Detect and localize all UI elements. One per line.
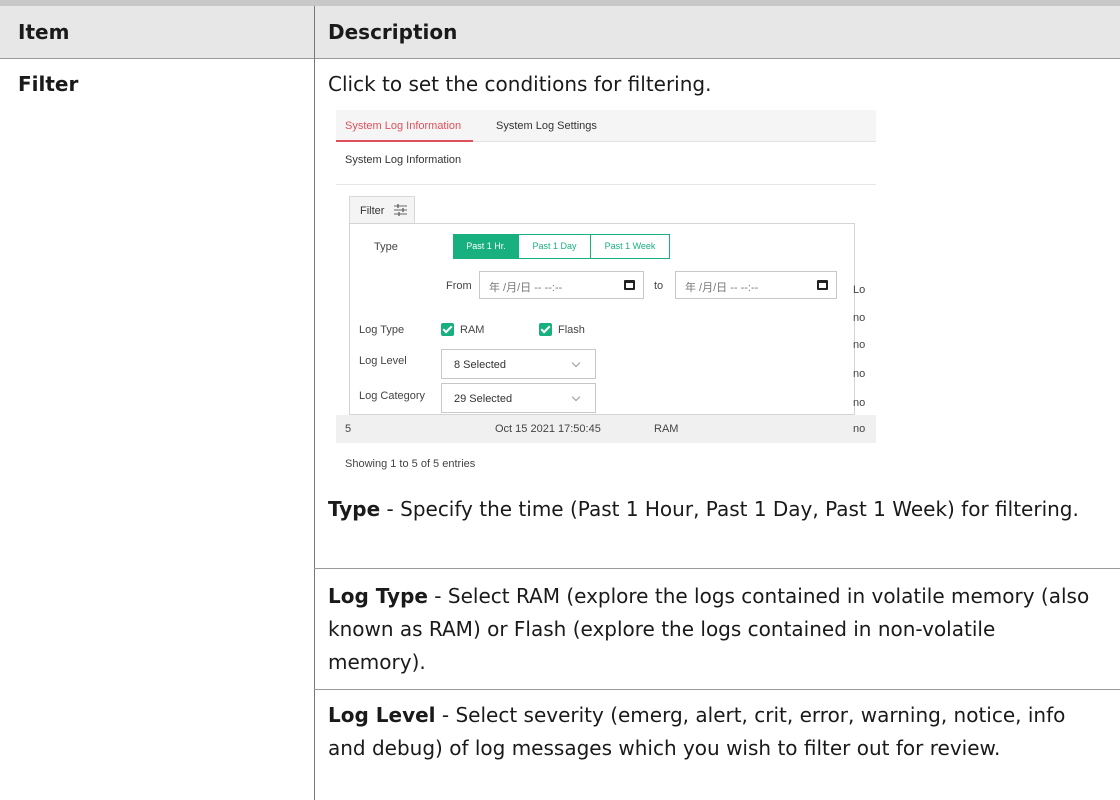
table-header: Item Description xyxy=(0,6,1120,58)
row-message: no xyxy=(853,423,866,435)
to-datetime-input[interactable]: 年 /月/日 -- --:-- xyxy=(675,271,837,299)
item-filter-label: Filter xyxy=(18,72,79,96)
type-text: - Specify the time (Past 1 Hour, Past 1 … xyxy=(380,497,1079,521)
calendar-icon[interactable] xyxy=(624,280,635,290)
log-level-label: Log Level xyxy=(359,355,407,367)
log-type-label: Log Type xyxy=(359,324,405,336)
bg-cell: no xyxy=(853,397,866,409)
chevron-down-icon xyxy=(571,358,581,368)
checkbox-checked-icon[interactable] xyxy=(539,323,552,336)
log-level-term: Log Level xyxy=(328,703,436,727)
type-past-1-week[interactable]: Past 1 Week xyxy=(590,234,670,259)
tab-system-log-information[interactable]: System Log Information xyxy=(345,110,461,142)
row-separator xyxy=(314,689,1120,690)
type-label: Type xyxy=(374,241,398,253)
section-divider xyxy=(336,184,876,185)
filter-panel: Type Past 1 Hr. Past 1 Day Past 1 Week F… xyxy=(349,223,855,415)
log-type-ram-label: RAM xyxy=(460,324,485,336)
log-level-value: 8 Selected xyxy=(454,359,506,371)
filter-intro-text: Click to set the conditions for filterin… xyxy=(328,72,712,96)
log-type-description: Log Type - Select RAM (explore the logs … xyxy=(328,580,1098,679)
entries-count: Showing 1 to 5 of 5 entries xyxy=(345,458,476,470)
column-divider xyxy=(314,6,315,800)
bg-cell: no xyxy=(853,312,866,324)
bg-cell: no xyxy=(853,339,866,351)
type-past-1-hr[interactable]: Past 1 Hr. xyxy=(453,234,519,259)
row-separator xyxy=(314,568,1120,569)
type-past-1-day[interactable]: Past 1 Day xyxy=(518,234,591,259)
type-description: Type - Specify the time (Past 1 Hour, Pa… xyxy=(328,493,1098,526)
log-type-term: Log Type xyxy=(328,584,428,608)
type-term: Type xyxy=(328,497,381,521)
log-category-value: 29 Selected xyxy=(454,393,513,405)
chevron-down-icon xyxy=(571,392,581,402)
log-category-select[interactable]: 29 Selected xyxy=(441,383,596,413)
from-label: From xyxy=(446,280,472,292)
from-datetime-placeholder: 年 /月/日 -- --:-- xyxy=(489,282,563,294)
from-datetime-input[interactable]: 年 /月/日 -- --:-- xyxy=(479,271,644,299)
log-level-text: - Select severity (emerg, alert, crit, e… xyxy=(328,703,1066,760)
calendar-icon[interactable] xyxy=(817,280,828,290)
to-label: to xyxy=(654,280,664,292)
filter-button-label: Filter xyxy=(360,205,385,217)
log-type-text: - Select RAM (explore the logs contained… xyxy=(328,584,1090,674)
header-item: Item xyxy=(18,20,70,44)
header-description: Description xyxy=(328,20,458,44)
header-separator xyxy=(0,58,1120,59)
tabs-bar: System Log Information System Log Settin… xyxy=(336,110,876,142)
embedded-screenshot: System Log Information System Log Settin… xyxy=(336,110,876,482)
log-level-select[interactable]: 8 Selected xyxy=(441,349,596,379)
checkbox-checked-icon[interactable] xyxy=(441,323,454,336)
tab-system-log-settings[interactable]: System Log Settings xyxy=(496,110,597,142)
section-title: System Log Information xyxy=(345,154,462,166)
log-category-label: Log Category xyxy=(359,390,426,402)
row-number: 5 xyxy=(345,423,352,435)
bg-column-header: Lo xyxy=(853,284,866,296)
bg-cell: no xyxy=(853,368,866,380)
table-row: 5 Oct 15 2021 17:50:45 RAM no xyxy=(336,415,876,443)
active-tab-underline xyxy=(336,140,473,142)
document-table: Item Description Filter Click to set the… xyxy=(0,0,1120,800)
log-level-description: Log Level - Select severity (emerg, aler… xyxy=(328,699,1098,765)
row-time: Oct 15 2021 17:50:45 xyxy=(495,423,601,435)
filter-button[interactable]: Filter xyxy=(349,196,415,224)
row-type: RAM xyxy=(654,423,679,435)
to-datetime-placeholder: 年 /月/日 -- --:-- xyxy=(685,282,759,294)
sliders-icon xyxy=(394,204,407,216)
log-type-flash-label: Flash xyxy=(558,324,585,336)
